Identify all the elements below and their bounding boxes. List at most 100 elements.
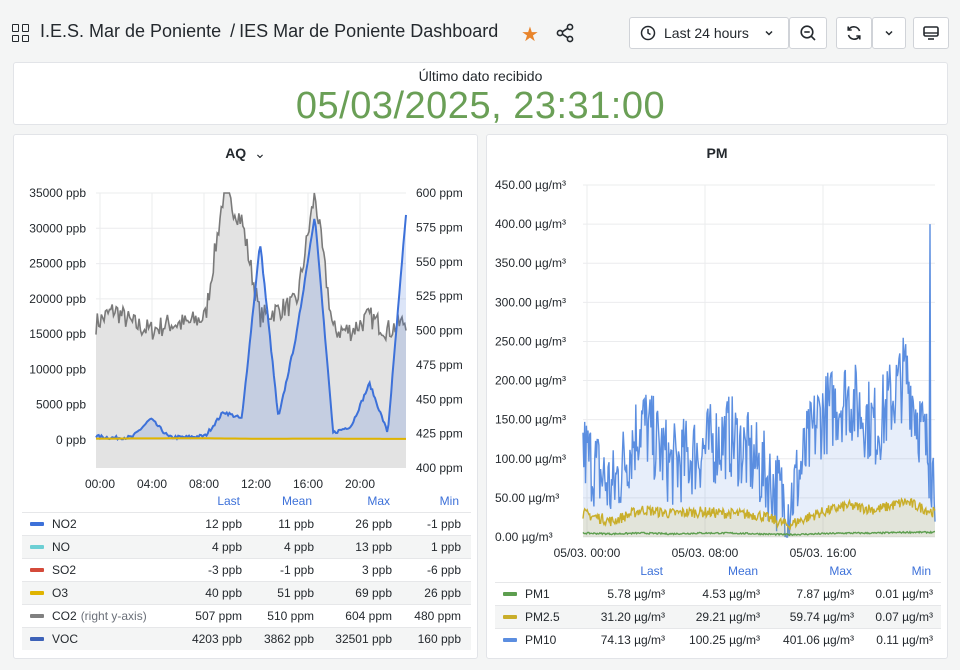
legend-series-name: NO2: [52, 517, 77, 531]
aq-y-left-tick: 10000 ppb: [29, 362, 86, 376]
last-data-panel[interactable]: Último dato recibido 05/03/2025, 23:31:0…: [13, 62, 948, 127]
aq-legend-header[interactable]: Last: [217, 494, 240, 508]
refresh-button[interactable]: [836, 17, 872, 49]
legend-value-mean: 11 ppb: [278, 517, 314, 531]
legend-series-name: PM2.5: [525, 610, 560, 624]
tv-icon: [923, 26, 939, 40]
pm-y-tick: 400.00 µg/m³: [495, 217, 566, 231]
aq-legend-header[interactable]: Max: [367, 494, 390, 508]
stat-value: 05/03/2025, 23:31:00: [295, 85, 666, 127]
aq-x-tick: 16:00: [293, 477, 323, 491]
aq-y-right-tick: 400 ppm: [416, 461, 463, 475]
legend-value-min: 0.07 µg/m³: [875, 610, 933, 624]
pm-x-tick: 05/03. 08:00: [672, 546, 739, 560]
aq-y-left-tick: 30000 ppb: [29, 221, 86, 235]
top-bar: I.E.S. Mar de Poniente / IES Mar de Ponie…: [0, 0, 960, 66]
pm-legend-header[interactable]: Max: [829, 564, 852, 578]
tv-mode-button[interactable]: [913, 17, 949, 49]
legend-value-min: 160 ppb: [417, 632, 461, 646]
legend-value-max: 59.74 µg/m³: [789, 610, 854, 624]
aq-y-right-tick: 500 ppm: [416, 324, 463, 338]
aq-legend-row-so2[interactable]: SO2 -3 ppb -1 ppb 3 ppb -6 ppb: [22, 558, 471, 581]
aq-legend-header[interactable]: Mean: [282, 494, 312, 508]
o3-line: [96, 437, 406, 440]
share-icon[interactable]: [555, 23, 575, 43]
pm-panel[interactable]: PM 450.00 µg/m³ 400.00 µg/m³ 350.00 µg/m³ 3…: [486, 134, 948, 659]
aq-panel[interactable]: AQ ⌄ 00:00 04:00 08:00 12:00 16:00 20:00 35000…: [13, 134, 478, 659]
legend-swatch: [30, 545, 44, 549]
legend-swatch: [30, 568, 44, 572]
pm-y-tick: 450.00 µg/m³: [495, 178, 566, 192]
aq-legend-row-co2[interactable]: CO2 (right y-axis) 507 ppm 510 ppm 604 ppm 48…: [22, 604, 471, 627]
legend-value-max: 26 ppb: [355, 517, 392, 531]
legend-value-last: 31.20 µg/m³: [600, 610, 665, 624]
aq-y-left-tick: 35000 ppb: [29, 186, 86, 200]
legend-value-last: 5.78 µg/m³: [607, 587, 665, 601]
legend-value-max: 401.06 µg/m³: [783, 633, 854, 647]
aq-legend-row-o3[interactable]: O3 40 ppb 51 ppb 69 ppb 26 ppb: [22, 581, 471, 604]
aq-y-left-tick: 25000 ppb: [29, 257, 86, 271]
pm-legend-header[interactable]: Last: [640, 564, 663, 578]
pm-y-tick: 300.00 µg/m³: [495, 295, 566, 309]
aq-y-right-tick: 575 ppm: [416, 220, 463, 234]
legend-value-mean: 4 ppb: [283, 540, 314, 554]
folder-link[interactable]: I.E.S. Mar de Poniente: [40, 21, 221, 41]
pm-chart[interactable]: 450.00 µg/m³ 400.00 µg/m³ 350.00 µg/m³ 300.…: [487, 135, 949, 567]
legend-swatch: [30, 591, 44, 595]
chevron-down-icon: [765, 30, 773, 36]
pm-legend-row-pm10[interactable]: PM10 74.13 µg/m³ 100.25 µg/m³ 401.06 µg/m³ 0…: [495, 628, 941, 651]
legend-value-last: 74.13 µg/m³: [600, 633, 665, 647]
legend-value-mean: 29.21 µg/m³: [695, 610, 760, 624]
legend-value-mean: 510 ppm: [267, 609, 314, 623]
pm-legend-row-pm25[interactable]: PM2.5 31.20 µg/m³ 29.21 µg/m³ 59.74 µg/m³ 0.…: [495, 605, 941, 628]
legend-value-max: 3 ppb: [361, 563, 392, 577]
legend-value-last: 4 ppb: [211, 540, 242, 554]
aq-y-right-tick: 450 ppm: [416, 392, 463, 406]
aq-chart[interactable]: 00:00 04:00 08:00 12:00 16:00 20:00 35000 ppb 3…: [14, 135, 479, 505]
aq-legend-row-no2[interactable]: NO2 12 ppb 11 ppb 26 ppb -1 ppb: [22, 512, 471, 535]
legend-series-name: SO2: [52, 563, 77, 577]
pm-y-tick: 150.00 µg/m³: [495, 413, 566, 427]
legend-value-min: 0.11 µg/m³: [876, 633, 933, 647]
legend-value-max: 69 ppb: [355, 586, 392, 600]
aq-x-tick: 04:00: [137, 477, 167, 491]
legend-series-name: NO: [52, 540, 70, 554]
legend-swatch: [503, 615, 517, 619]
star-icon[interactable]: ★: [521, 22, 539, 47]
pm-y-tick: 250.00 µg/m³: [495, 334, 566, 348]
aq-x-tick: 20:00: [345, 477, 375, 491]
aq-y-right-tick: 550 ppm: [416, 255, 463, 269]
zoom-out-icon: [800, 25, 816, 41]
legend-value-mean: -1 ppb: [279, 563, 314, 577]
refresh-interval-dropdown[interactable]: [872, 17, 906, 49]
aq-y-right-tick: 475 ppm: [416, 358, 463, 372]
aq-y-left-tick: 20000 ppb: [29, 292, 86, 306]
legend-value-mean: 3862 ppb: [263, 632, 314, 646]
legend-swatch: [30, 637, 44, 641]
legend-value-min: 480 ppm: [414, 609, 461, 623]
aq-y-left-tick: 15000 ppb: [29, 327, 86, 341]
pm-legend-row-pm1[interactable]: PM1 5.78 µg/m³ 4.53 µg/m³ 7.87 µg/m³ 0.01 µg…: [495, 582, 941, 605]
time-range-picker[interactable]: Last 24 hours: [629, 17, 789, 49]
legend-series-name: CO2: [52, 609, 77, 623]
legend-value-mean: 100.25 µg/m³: [689, 633, 760, 647]
aq-legend-row-voc[interactable]: VOC 4203 ppb 3862 ppb 32501 ppb 160 ppb: [22, 627, 471, 650]
legend-value-mean: 51 ppb: [277, 586, 314, 600]
legend-swatch: [503, 638, 517, 642]
legend-value-last: 507 ppm: [195, 609, 242, 623]
zoom-out-button[interactable]: [789, 17, 827, 49]
pm-y-tick: 0.00 µg/m³: [495, 530, 553, 544]
aq-x-tick: 00:00: [85, 477, 115, 491]
aq-legend-header[interactable]: Min: [440, 494, 459, 508]
aq-legend-row-no[interactable]: NO 4 ppb 4 ppb 13 ppb 1 ppb: [22, 535, 471, 558]
legend-value-min: -6 ppb: [426, 563, 461, 577]
refresh-icon: [847, 26, 861, 40]
pm-y-tick: 200.00 µg/m³: [495, 374, 566, 388]
chevron-down-icon: [885, 30, 893, 36]
pm-legend-header[interactable]: Mean: [728, 564, 758, 578]
pm-legend-header[interactable]: Min: [912, 564, 931, 578]
legend-swatch: [503, 592, 517, 596]
aq-y-left-tick: 0 ppb: [56, 433, 86, 447]
dashboard-title[interactable]: IES Mar de Poniente Dashboard: [239, 21, 498, 41]
apps-icon[interactable]: [12, 24, 30, 42]
